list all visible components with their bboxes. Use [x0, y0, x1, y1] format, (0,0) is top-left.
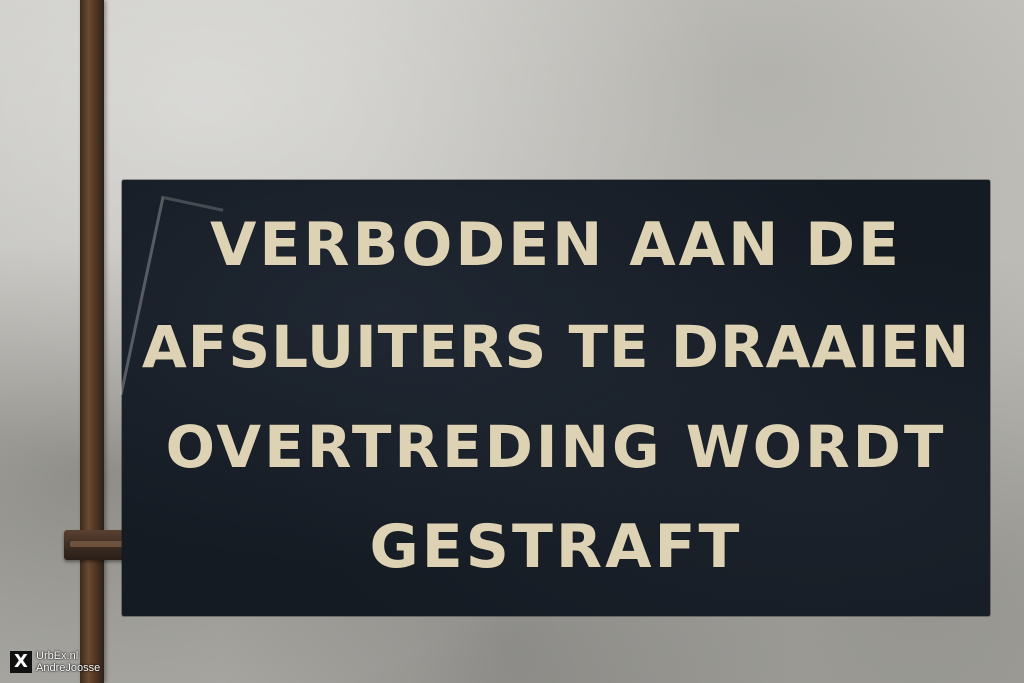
watermark-author: AndreJoosse [36, 662, 101, 674]
warning-sign: VERBODEN AAN DE AFSLUITERS TE DRAAIEN OV… [119, 180, 990, 616]
sign-line-2: AFSLUITERS TE DRAAIEN [141, 313, 971, 381]
sign-line-4: GESTRAFT [369, 512, 743, 582]
sign-line-1: VERBODEN AAN DE [209, 210, 903, 280]
sign-line-3: OVERTREDING WORDT [165, 413, 947, 481]
rusty-pipe [80, 0, 104, 683]
watermark-site: UrbEx.nl [36, 650, 79, 662]
watermark-text: UrbEx.nl AndreJoosse [36, 650, 100, 674]
photographer-watermark: X UrbEx.nl AndreJoosse [10, 649, 100, 675]
watermark-logo-icon: X [10, 651, 32, 673]
